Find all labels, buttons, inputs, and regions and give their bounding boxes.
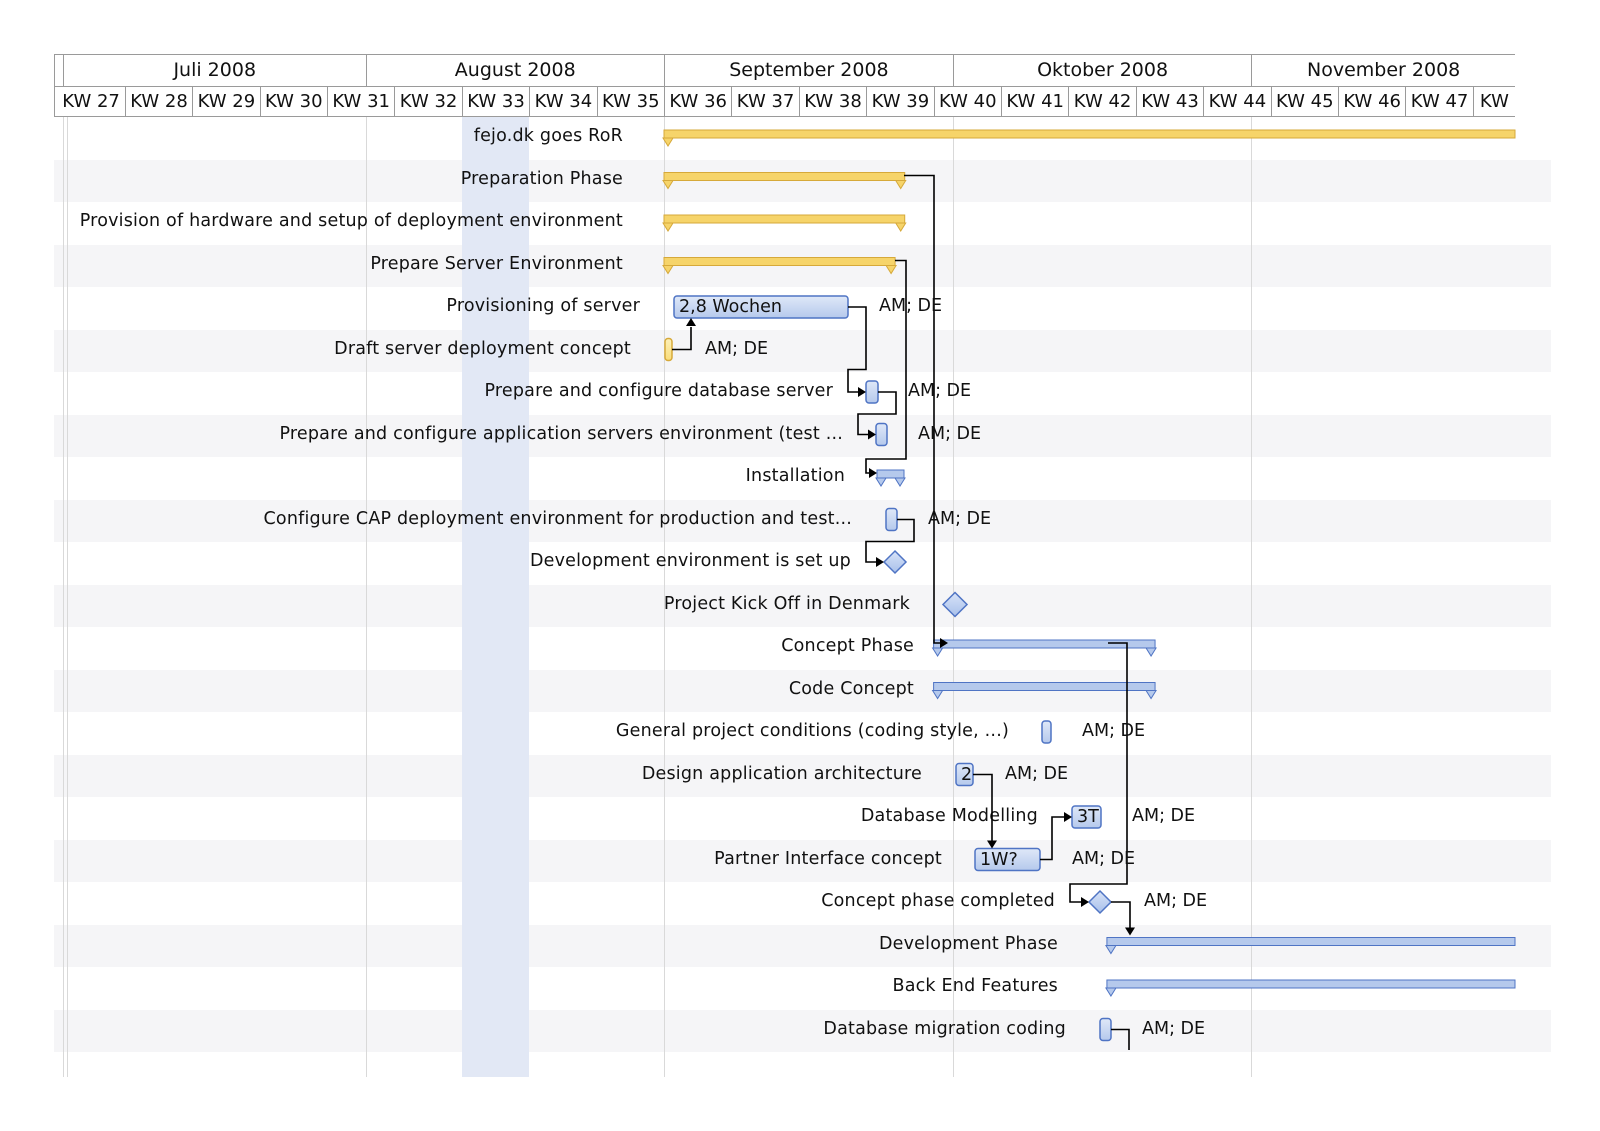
bar-duration-text: 2 bbox=[961, 764, 973, 785]
task-bar bbox=[664, 337, 673, 362]
summary-end-cap bbox=[1145, 647, 1157, 657]
summary-bar bbox=[663, 257, 896, 266]
resource-label: AM; DE bbox=[879, 296, 943, 316]
summary-bar bbox=[1106, 937, 1516, 946]
dependency-arrowhead bbox=[1081, 897, 1089, 907]
task-bar bbox=[1041, 720, 1052, 744]
dependency-arrowhead bbox=[868, 429, 876, 440]
resource-label: AM; DE bbox=[1005, 763, 1069, 784]
gantt-bars-svg bbox=[662, 129, 1516, 1050]
bar-duration-text: 2,8 Wochen bbox=[679, 297, 782, 317]
dependency-line bbox=[1111, 1028, 1130, 1050]
summary-start-cap bbox=[662, 265, 674, 275]
summary-end-cap bbox=[894, 222, 907, 232]
summary-bar bbox=[933, 682, 1156, 691]
resource-label: AM; DE bbox=[1142, 1018, 1206, 1039]
summary-bar bbox=[933, 639, 1156, 649]
gantt-chart: Juli 2008 August 2008 September 2008 Oktobe… bbox=[0, 0, 1600, 1131]
task-bar bbox=[865, 380, 879, 404]
milestone-diamond bbox=[882, 549, 908, 575]
dependency-line bbox=[973, 773, 993, 842]
summary-start-cap bbox=[931, 647, 944, 657]
milestone-diamond bbox=[1087, 889, 1113, 915]
milestone-diamond bbox=[941, 591, 969, 618]
summary-start-cap bbox=[1105, 945, 1117, 955]
dependency-arrowhead bbox=[1064, 812, 1072, 822]
summary-start-cap bbox=[662, 180, 674, 190]
bar-duration-text: 3T bbox=[1077, 807, 1099, 827]
summary-bar bbox=[663, 129, 1516, 139]
dependency-line bbox=[847, 306, 867, 393]
bar-duration-text: 1W? bbox=[980, 849, 1018, 870]
dependency-arrowhead bbox=[858, 387, 866, 397]
dependency-arrowhead bbox=[876, 557, 884, 567]
summary-end-cap bbox=[894, 477, 906, 487]
dependency-line bbox=[1040, 816, 1064, 861]
summary-start-cap bbox=[662, 137, 674, 147]
summary-bar bbox=[1106, 979, 1516, 989]
summary-start-cap bbox=[662, 222, 674, 232]
resource-label: AM; DE bbox=[918, 423, 982, 444]
summary-end-cap bbox=[1145, 690, 1157, 700]
resource-label: AM; DE bbox=[1082, 721, 1146, 741]
dependency-line bbox=[1111, 901, 1131, 929]
summary-bar bbox=[663, 214, 906, 224]
summary-bar bbox=[876, 469, 905, 479]
resource-label: AM; DE bbox=[908, 381, 972, 401]
resource-label: AM; DE bbox=[1072, 848, 1136, 869]
summary-bar bbox=[663, 172, 906, 181]
summary-end-cap bbox=[885, 265, 897, 275]
summary-start-cap bbox=[1105, 987, 1117, 997]
resource-label: AM; DE bbox=[1144, 891, 1208, 911]
resource-label: AM; DE bbox=[1132, 806, 1196, 826]
dependency-arrowhead bbox=[987, 840, 997, 849]
task-bar bbox=[885, 507, 898, 532]
dependency-line bbox=[672, 327, 692, 351]
dependency-arrowhead bbox=[1125, 927, 1135, 936]
summary-start-cap bbox=[875, 477, 887, 487]
resource-label: AM; DE bbox=[928, 508, 992, 529]
dependency-arrowhead bbox=[869, 468, 877, 478]
resource-label: AM; DE bbox=[705, 338, 769, 359]
dependency-arrowhead bbox=[686, 318, 696, 326]
dependency-line bbox=[904, 174, 940, 644]
task-bar bbox=[1099, 1017, 1112, 1042]
summary-start-cap bbox=[931, 690, 944, 700]
task-bar bbox=[875, 422, 888, 447]
summary-end-cap bbox=[894, 180, 907, 190]
